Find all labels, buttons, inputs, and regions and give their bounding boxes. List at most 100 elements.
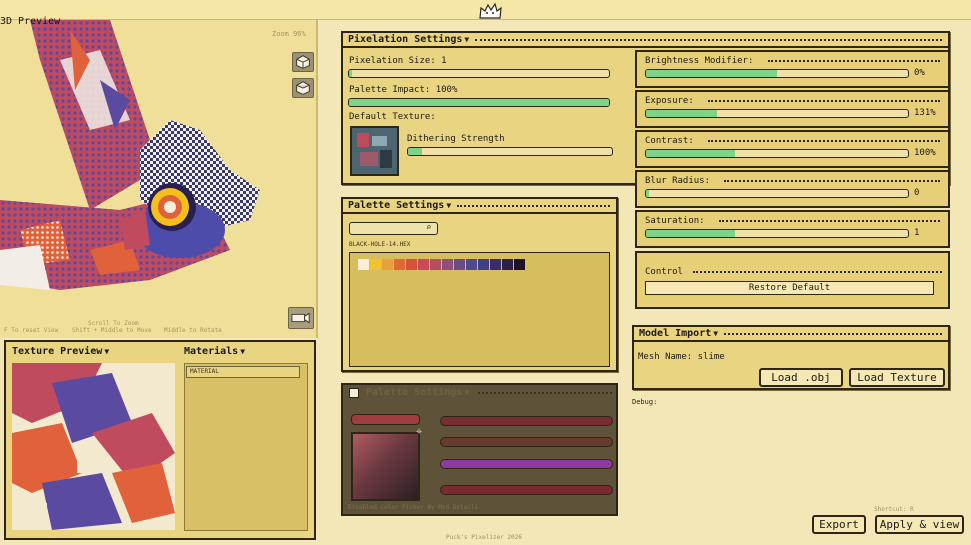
texture-preview-image xyxy=(12,363,175,530)
debug-label: Debug: xyxy=(632,398,658,406)
zoom-label: Zoom 96% xyxy=(272,30,306,38)
palette-swatch[interactable] xyxy=(394,259,405,270)
control-title: Control xyxy=(645,267,683,277)
pixelation-settings-header[interactable]: Pixelation Settings ▼ xyxy=(343,33,948,48)
slider-fill xyxy=(349,70,352,77)
restore-default-button[interactable]: Restore Default xyxy=(645,281,934,295)
adjustment-divider xyxy=(768,60,940,62)
palette-swatch[interactable] xyxy=(454,259,465,270)
cat-mascot-icon xyxy=(477,2,503,20)
chevron-down-icon: ▼ xyxy=(446,201,452,210)
slider-fill xyxy=(646,230,736,237)
adjustment-divider xyxy=(707,100,940,102)
palette-swatch[interactable] xyxy=(502,259,513,270)
apply-and-view-button[interactable]: Apply & view xyxy=(875,515,964,534)
adjustment-slider[interactable] xyxy=(645,229,909,238)
color-picker-field[interactable] xyxy=(351,432,420,501)
model-import-title: Model Import xyxy=(639,328,712,339)
color-channel-bar-2[interactable] xyxy=(440,437,613,447)
material-list-item[interactable]: MATERIAL xyxy=(186,366,300,378)
adjustment-divider xyxy=(724,180,940,182)
palette-search-input[interactable] xyxy=(349,222,438,235)
texture-preview-header[interactable]: Texture Preview ▼ xyxy=(12,346,109,357)
color-channel-bar-1[interactable] xyxy=(440,416,613,426)
camera-reset-button[interactable] xyxy=(288,307,314,329)
adjustment-slider[interactable] xyxy=(645,189,909,198)
adjustment-slider[interactable] xyxy=(645,69,909,78)
materials-header[interactable]: Materials ▼ xyxy=(184,346,245,357)
materials-list xyxy=(184,363,308,531)
adjustment-divider xyxy=(707,140,940,142)
palette-swatch[interactable] xyxy=(430,259,441,270)
color-chip-current[interactable] xyxy=(351,414,420,425)
palette-swatch[interactable] xyxy=(382,259,393,270)
hint-zoom: Scroll To Zoom xyxy=(88,320,139,327)
model-render xyxy=(0,20,260,290)
adjustment-label: Contrast: xyxy=(645,136,694,146)
color-channel-bar-3[interactable] xyxy=(440,459,613,469)
adjustment-slider[interactable] xyxy=(645,149,909,158)
crosshair-icon: ⌖ xyxy=(416,425,423,438)
default-texture-label: Default Texture: xyxy=(349,112,436,122)
slider-fill xyxy=(646,70,777,77)
adjustment-value: 0% xyxy=(914,68,925,78)
texture-preview-title: Texture Preview xyxy=(12,346,103,357)
chevron-down-icon: ▼ xyxy=(240,347,246,356)
pixelation-size-slider[interactable] xyxy=(348,69,610,78)
palette-swatch[interactable] xyxy=(370,259,381,270)
palette-swatch[interactable] xyxy=(478,259,489,270)
cube-solid-view-button[interactable] xyxy=(292,78,314,98)
palette-swatch[interactable] xyxy=(418,259,429,270)
palette-swatch[interactable] xyxy=(466,259,477,270)
mesh-name-label: Mesh Name: slime xyxy=(638,352,725,362)
preview-title: 3D Preview xyxy=(0,16,61,27)
adjustment-value: 131% xyxy=(914,108,936,118)
search-icon: ⌕ xyxy=(426,223,432,233)
palette-impact-slider[interactable] xyxy=(348,98,610,107)
hint-reset: F To reset View xyxy=(4,327,59,334)
palette-settings-title: Palette Settings xyxy=(348,200,445,211)
palette-editor-divider xyxy=(478,392,612,394)
slider-fill xyxy=(349,99,609,106)
palette-settings-header[interactable]: Palette Settings ▼ xyxy=(343,199,616,214)
default-texture-thumbnail[interactable] xyxy=(350,126,399,176)
dithering-strength-slider[interactable] xyxy=(407,147,613,156)
palette-editor-caption: Disabled Color Picker By Mod Details xyxy=(348,504,479,511)
control-panel xyxy=(635,251,950,309)
chevron-down-icon: ▼ xyxy=(713,329,719,338)
slider-fill xyxy=(646,150,736,157)
palette-name: BLACK-HOLE-14.HEX xyxy=(349,241,411,248)
adjustment-value: 1 xyxy=(914,228,920,238)
adjustment-label: Brightness Modifier: xyxy=(645,56,754,66)
load-obj-button[interactable]: Load .obj xyxy=(759,368,843,387)
palette-swatch[interactable] xyxy=(358,259,369,270)
cube-view-button[interactable] xyxy=(292,52,314,72)
palette-editor-checkbox[interactable] xyxy=(349,388,359,398)
3d-preview-viewport[interactable] xyxy=(0,20,318,338)
footer-credit: Puck's Pixelizer 2026 xyxy=(446,534,522,541)
hint-rotate: Middle to Rotate xyxy=(164,327,222,334)
palette-swatch[interactable] xyxy=(406,259,417,270)
palette-editor-header[interactable]: Palette Settings ▼ xyxy=(366,387,469,398)
model-import-header[interactable]: Model Import ▼ xyxy=(634,327,948,342)
slider-fill xyxy=(408,148,423,155)
load-texture-button[interactable]: Load Texture xyxy=(849,368,945,387)
camera-icon xyxy=(291,312,310,324)
palette-swatch[interactable] xyxy=(442,259,453,270)
export-button[interactable]: Export xyxy=(812,515,866,534)
adjustment-divider xyxy=(718,220,940,222)
adjustment-slider[interactable] xyxy=(645,109,909,118)
header-divider xyxy=(724,332,942,335)
palette-swatch[interactable] xyxy=(514,259,525,270)
color-channel-bar-4[interactable] xyxy=(440,485,613,495)
pixelation-size-label: Pixelation Size: 1 xyxy=(349,56,447,66)
adjustment-label: Exposure: xyxy=(645,96,694,106)
dithering-strength-label: Dithering Strength xyxy=(407,134,505,144)
chevron-down-icon: ▼ xyxy=(104,347,110,356)
palette-impact-label: Palette Impact: 100% xyxy=(349,85,458,95)
palette-swatch[interactable] xyxy=(490,259,501,270)
adjustment-value: 0 xyxy=(914,188,920,198)
hint-move: Shift + Middle to Move xyxy=(72,327,152,334)
adjustment-label: Blur Radius: xyxy=(645,176,711,186)
adjustment-label: Saturation: xyxy=(645,216,705,226)
